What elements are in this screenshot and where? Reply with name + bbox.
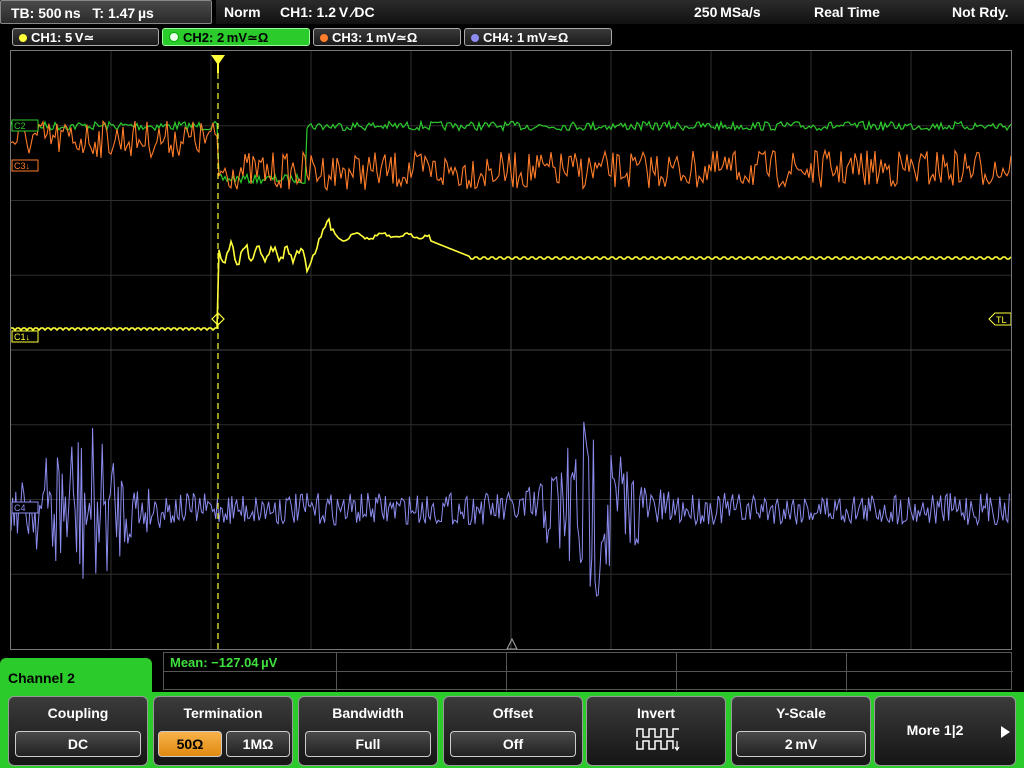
timebase-display[interactable]: TB: 500 ns T: 1.47 µs [0,0,212,24]
offset-value-button[interactable]: Off [450,731,576,757]
waveform-canvas: C1↓ C3↓ C2 C4 TL [11,51,1011,649]
horizontal-center-icon [506,637,518,649]
measurement-column-divider [506,653,507,691]
channel-2-dot-icon [169,32,179,42]
channel-4-waveform [11,421,1010,597]
termination-1mohm-button[interactable]: 1MΩ [226,731,290,757]
timebase-value: TB: 500 ns [11,5,81,21]
acquisition-status: Norm CH1: 1.2 V ∕DC 250 MSa/s Real Time … [216,0,1024,24]
c4-marker-text: C4 [14,503,26,513]
invert-title: Invert [636,705,676,721]
trigger-status: Not Rdy. [952,4,1009,20]
coupling-softkey[interactable]: Coupling DC [8,696,148,766]
trigger-time-value: T: 1.47 µs [92,5,154,21]
bandwidth-value-button[interactable]: Full [305,731,431,757]
yscale-value-button[interactable]: 2 mV [736,731,866,757]
c1-marker-text: C1↓ [14,332,30,342]
acquisition-mode: Real Time [814,4,880,20]
termination-title: Termination [183,705,263,721]
play-right-icon [1001,726,1010,738]
trigger-level-text: TL [996,315,1007,325]
termination-softkey[interactable]: Termination 50Ω 1MΩ [153,696,293,766]
offset-title: Offset [492,705,534,721]
more-label: More 1|2 [906,722,964,738]
bandwidth-title: Bandwidth [332,705,404,721]
sample-rate: 250 MSa/s [694,4,761,20]
channel-2-ground-marker[interactable]: C2 [11,119,39,132]
coupling-title: Coupling [47,705,109,721]
status-bar: TB: 500 ns T: 1.47 µs Norm CH1: 1.2 V ∕D… [0,0,1024,26]
yscale-softkey[interactable]: Y-Scale 2 mV [731,696,871,766]
tab-channel-3[interactable]: CH3: 1 mV≃Ω [313,28,461,46]
tab-channel-4[interactable]: CH4: 1 mV≃Ω [464,28,612,46]
measurement-column-divider [676,653,677,691]
termination-50ohm-button[interactable]: 50Ω [158,731,222,757]
channel-4-dot-icon [471,34,479,42]
invert-softkey[interactable]: Invert [586,696,726,766]
tab-channel-2[interactable]: CH2: 2 mV≃Ω [162,28,310,46]
menu-title-tab[interactable]: Channel 2 [0,658,152,698]
channel-4-label: CH4: 1 mV≃Ω [483,30,569,45]
yscale-title: Y-Scale [776,705,826,721]
offset-softkey[interactable]: Offset Off [443,696,583,766]
channel-1-ground-marker[interactable]: C1↓ [11,330,39,343]
c2-marker-text: C2 [14,121,26,131]
trigger-mode[interactable]: Norm [224,0,261,24]
measurement-panel[interactable]: Mean: −127.04 µV [163,652,1013,691]
trigger-source[interactable]: CH1: 1.2 V ∕DC [280,0,375,24]
measurement-column-divider [336,653,337,691]
channel-3-label: CH3: 1 mV≃Ω [332,30,418,45]
channel-4-ground-marker[interactable]: C4 [11,501,39,514]
channel-2-label: CH2: 2 mV≃Ω [183,30,269,45]
measurement-divider [164,671,1013,672]
coupling-value-button[interactable]: DC [15,731,141,757]
bandwidth-softkey[interactable]: Bandwidth Full [298,696,438,766]
mean-measurement: Mean: −127.04 µV [170,655,278,670]
measurement-column-divider [846,653,847,691]
c3-marker-text: C3↓ [14,161,30,171]
waveform-display[interactable]: C1↓ C3↓ C2 C4 TL [10,50,1012,650]
channel-3-dot-icon [320,34,328,42]
square-wave-invert-icon [636,728,680,752]
channel-3-ground-marker[interactable]: C3↓ [11,159,39,172]
tab-channel-1[interactable]: CH1: 5 V≃ [12,28,159,46]
channel-1-label: CH1: 5 V≃ [31,30,95,45]
more-softkey[interactable]: More 1|2 [874,696,1016,766]
trigger-level-marker[interactable]: TL [988,312,1011,326]
menu-title: Channel 2 [8,670,75,686]
channel-1-dot-icon [19,34,27,42]
